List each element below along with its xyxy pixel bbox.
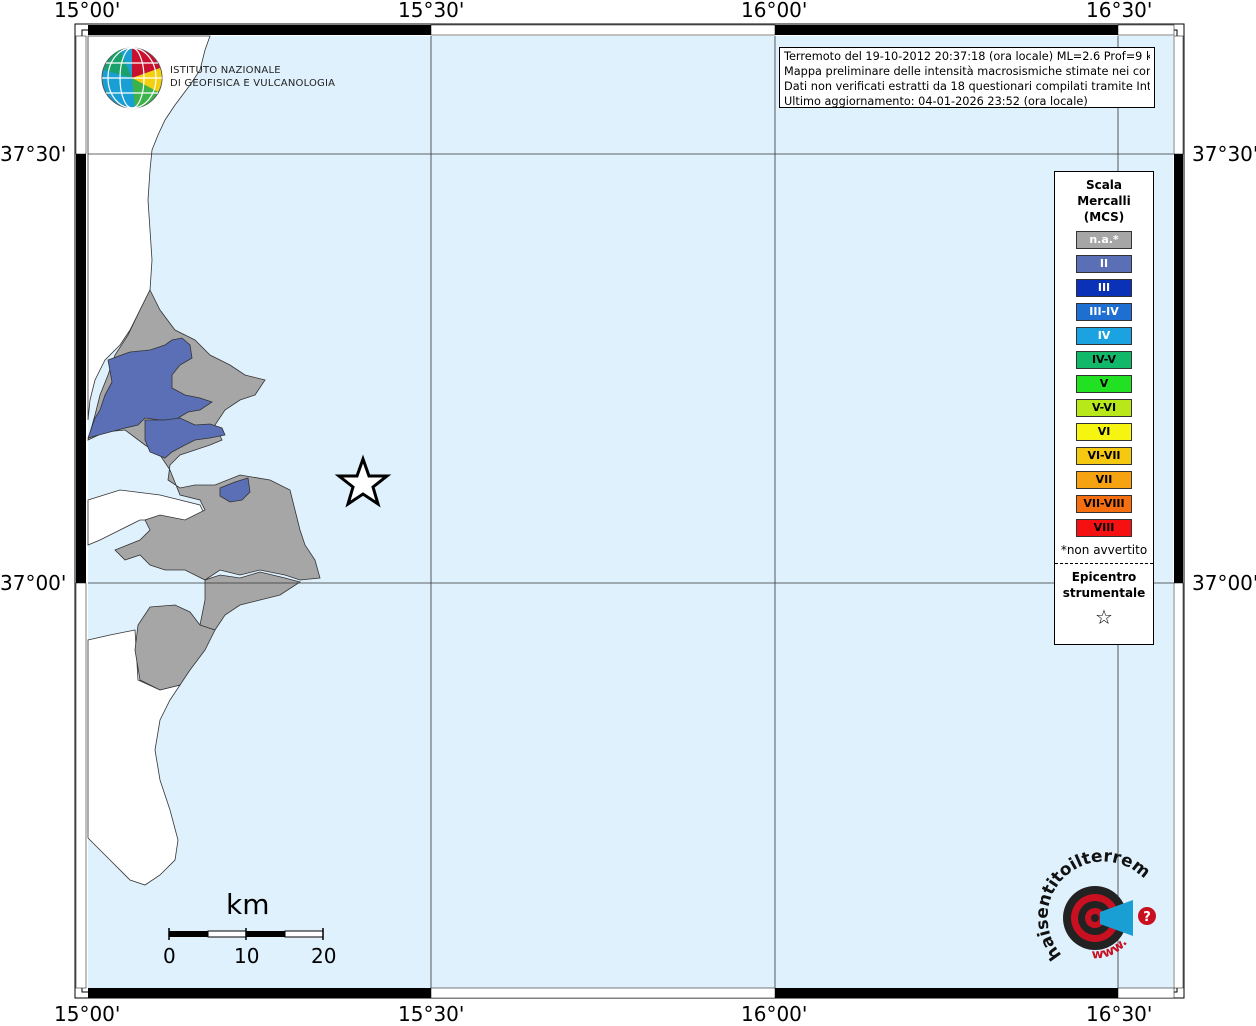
tick-top-4: 16°30' (1086, 0, 1153, 22)
tick-top-2: 15°30' (398, 0, 465, 22)
institute-line-2: DI GEOFISICA E VULCANOLOGIA (170, 78, 336, 89)
scale-bar-title: km (226, 888, 270, 921)
intensity-legend: Scala Mercalli (MCS) n.a.* II III III-IV IV I… (1054, 171, 1154, 645)
tick-bottom-1: 15°00' (54, 1002, 121, 1026)
tick-left-2: 37°00' (0, 571, 67, 595)
legend-items: n.a.* II III III-IV IV IV-V V V-VI VI VI-VII VII VI… (1055, 231, 1153, 537)
watermark-question: ? (1143, 910, 1151, 925)
tick-right-1: 37°30' (1192, 142, 1256, 166)
legend-title-line-3: (MCS) (1083, 210, 1125, 224)
institute-line-1: ISTITUTO NAZIONALE (170, 65, 281, 76)
legend-item: V-VI (1076, 399, 1132, 417)
legend-item: II (1076, 255, 1132, 273)
tick-top-1: 15°00' (54, 0, 121, 22)
legend-item: III-IV (1076, 303, 1132, 321)
legend-title-line-1: Scala (1085, 178, 1123, 192)
legend-item: IV (1076, 327, 1132, 345)
legend-star-icon: ☆ (1095, 605, 1113, 629)
legend-note: *non avvertito (1060, 543, 1148, 557)
institute-name: ISTITUTO NAZIONALE DI GEOFISICA E VULCAN… (170, 64, 335, 90)
tick-right-2: 37°00' (1192, 571, 1256, 595)
legend-separator (1055, 563, 1153, 564)
legend-item: VI (1076, 423, 1132, 441)
scale-label-10: 10 (234, 944, 260, 968)
tick-left-1: 37°30' (0, 142, 67, 166)
tick-bottom-3: 16°00' (741, 1002, 808, 1026)
scale-label-0: 0 (163, 944, 176, 968)
legend-item: IV-V (1076, 351, 1132, 369)
legend-item: VI-VII (1076, 447, 1132, 465)
legend-item: VII (1076, 471, 1132, 489)
scale-label-20: 20 (311, 944, 337, 968)
legend-item: n.a.* (1076, 231, 1132, 249)
legend-item: VII-VIII (1076, 495, 1132, 513)
legend-title-line-2: Mercalli (1077, 194, 1131, 208)
tick-bottom-4: 16°30' (1086, 1002, 1153, 1026)
legend-item: VIII (1076, 519, 1132, 537)
info-line-2: Mappa preliminare delle intensità macros… (784, 65, 1150, 78)
legend-epicenter-line-1: Epicentro (1071, 570, 1137, 584)
legend-epicenter-label: Epicentro strumentale (1055, 569, 1153, 601)
info-line-1: Terremoto del 19-10-2012 20:37:18 (ora l… (784, 50, 1150, 63)
earthquake-info-box: Terremoto del 19-10-2012 20:37:18 (ora l… (779, 47, 1155, 108)
legend-item: III (1076, 279, 1132, 297)
legend-title: Scala Mercalli (MCS) (1055, 177, 1153, 225)
info-line-3: Dati non verificati estratti da 18 quest… (784, 80, 1150, 93)
tick-top-3: 16°00' (741, 0, 808, 22)
legend-item: V (1076, 375, 1132, 393)
tick-bottom-2: 15°30' (398, 1002, 465, 1026)
ingv-logo-icon (101, 47, 163, 109)
info-line-4: Ultimo aggiornamento: 04-01-2026 23:52 (… (784, 95, 1088, 108)
legend-epicenter-line-2: strumentale (1062, 586, 1146, 600)
